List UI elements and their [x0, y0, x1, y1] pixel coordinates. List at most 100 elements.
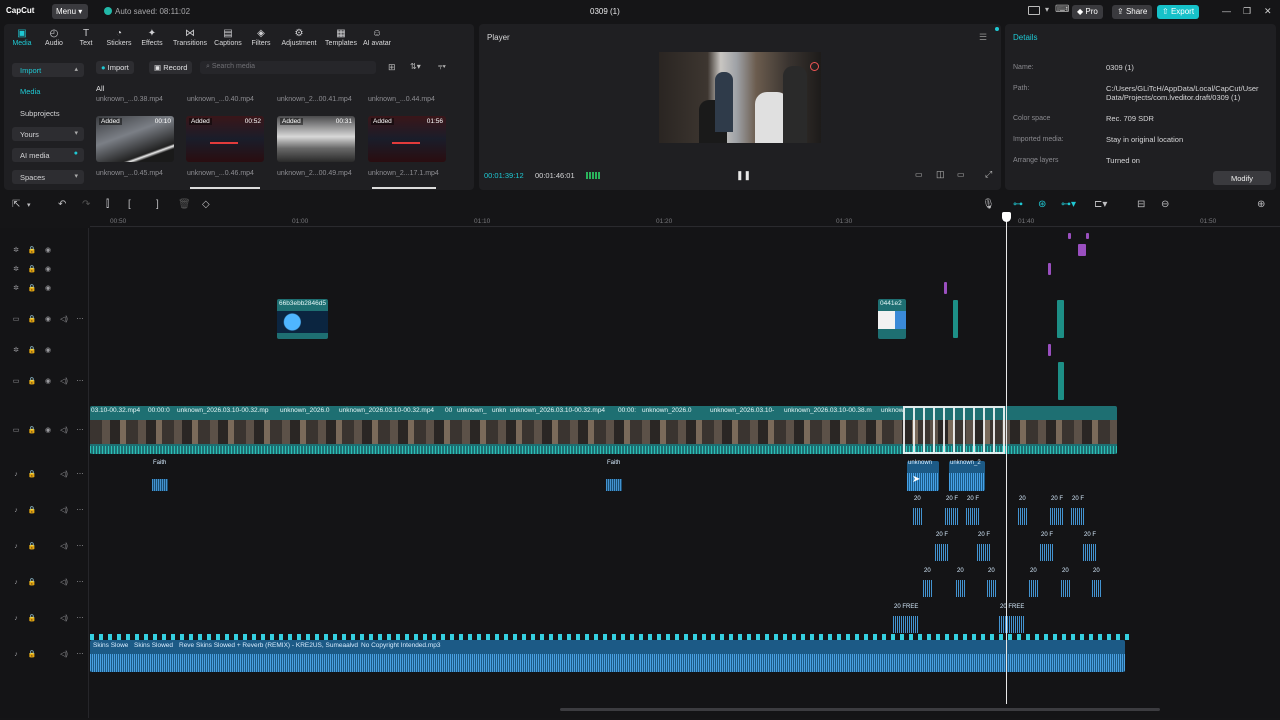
audio-clip[interactable]: 20 [913, 496, 923, 525]
sidebar-item-subprojects[interactable]: Subprojects [12, 106, 84, 120]
effect-track-icon[interactable]: ✲ [8, 265, 24, 273]
filter-icon[interactable]: ⫧▾ [438, 62, 446, 72]
full-quality-icon[interactable]: ▭ [915, 170, 923, 179]
timeline-ruler[interactable]: 00:50 01:00 01:10 01:20 01:30 01:40 01:5… [90, 215, 1280, 227]
screenshot-icon[interactable]: ◫ [936, 169, 945, 180]
effect-clip[interactable] [944, 282, 947, 294]
audio-clip[interactable]: 20 [987, 568, 997, 597]
share-button[interactable]: ⇪ Share [1112, 5, 1153, 19]
tab-stickers[interactable]: ◔ Stickers [104, 28, 134, 47]
audio-track-icon[interactable]: ♪ [8, 543, 24, 550]
player-menu-icon[interactable]: ☰ [979, 32, 987, 43]
split-icon[interactable]: ⫿ [106, 199, 109, 210]
overlay-video-clip[interactable]: 0441e2 [878, 299, 906, 339]
delete-icon[interactable]: 🗑 [178, 199, 191, 210]
eye-icon[interactable]: ◉ [40, 315, 56, 323]
audio-clip[interactable]: 20 [1092, 568, 1102, 597]
mute-icon[interactable]: ◁) [56, 315, 72, 323]
menu-button[interactable]: Menu ▾ [52, 4, 88, 19]
eye-icon[interactable]: ◉ [40, 246, 56, 254]
tab-effects[interactable]: ✦ Effects [139, 28, 165, 47]
lock-icon[interactable]: 🔒 [24, 426, 40, 434]
preview-axis-icon[interactable]: ⊏▾ [1094, 199, 1107, 210]
ratio-icon[interactable]: ▭ [957, 170, 965, 179]
filter-all-label[interactable]: All [96, 84, 104, 93]
audio-clip[interactable]: 20 [1061, 568, 1071, 597]
effect-clip[interactable] [1048, 263, 1051, 275]
video-track-icon[interactable]: ▭ [8, 315, 24, 323]
video-track-icon[interactable]: ▭ [8, 377, 24, 385]
video-preview[interactable] [659, 52, 821, 143]
trim-left-icon[interactable]: [ [128, 199, 131, 210]
eye-icon[interactable]: ◉ [40, 346, 56, 354]
tab-ai-avatar[interactable]: ☺ AI avatar [361, 28, 393, 47]
zoom-in-icon[interactable]: ⊕ [1257, 199, 1265, 210]
lock-icon[interactable]: 🔒 [24, 284, 40, 292]
more-icon[interactable]: ⋯ [72, 377, 88, 385]
media-thumbnail[interactable]: Added 01:56 [368, 116, 446, 162]
lock-icon[interactable]: 🔒 [24, 470, 40, 478]
effect-clip[interactable] [1068, 233, 1071, 239]
eye-icon[interactable]: ◉ [40, 265, 56, 273]
audio-clip[interactable]: 20 [1018, 496, 1028, 525]
close-icon[interactable]: ✕ [1264, 6, 1272, 17]
redo-icon[interactable]: ↷ [82, 199, 90, 210]
audio-clip[interactable]: 20 FREE [999, 604, 1025, 633]
audio-track-icon[interactable]: ♪ [8, 579, 24, 586]
layout-dropdown-icon[interactable]: ▾ [1045, 5, 1049, 14]
chevron-down-icon[interactable]: ▾ [27, 201, 31, 209]
eye-icon[interactable]: ◉ [40, 284, 56, 292]
trim-right-icon[interactable]: ] [156, 199, 159, 210]
more-icon[interactable]: ⋯ [72, 506, 88, 514]
eye-icon[interactable]: ◉ [40, 377, 56, 385]
audio-track-icon[interactable]: ♪ [8, 651, 24, 658]
undo-icon[interactable]: ↶ [58, 199, 66, 210]
main-track-magnet-icon[interactable]: ⊶ [1013, 199, 1023, 210]
lock-icon[interactable]: 🔒 [24, 650, 40, 658]
audio-track-icon[interactable]: ♪ [8, 471, 24, 478]
tab-captions[interactable]: ▤ Captions [212, 28, 244, 47]
grid-view-icon[interactable]: ⊞ [388, 62, 396, 73]
lock-icon[interactable]: 🔒 [24, 377, 40, 385]
maximize-icon[interactable]: ❐ [1243, 6, 1251, 17]
audio-clip[interactable]: 20 F [1040, 532, 1054, 561]
marker-icon[interactable]: ◇ [202, 199, 210, 210]
audio-clip[interactable]: 20 F [945, 496, 959, 525]
tab-templates[interactable]: ▦ Templates [322, 28, 360, 47]
sort-icon[interactable]: ⇅▾ [410, 62, 421, 71]
audio-clip[interactable]: 20 [923, 568, 933, 597]
mic-icon[interactable]: 🎙 [982, 199, 995, 210]
effect-track-icon[interactable]: ✲ [8, 246, 24, 254]
audio-clip[interactable]: 20 FREE [893, 604, 919, 633]
lock-icon[interactable]: 🔒 [24, 315, 40, 323]
more-icon[interactable]: ⋯ [72, 470, 88, 478]
audio-clip[interactable]: 20 F [966, 496, 980, 525]
more-icon[interactable]: ⋯ [72, 315, 88, 323]
selected-clips[interactable] [903, 406, 1005, 454]
audio-clip[interactable]: 20 F [1071, 496, 1085, 525]
overlay-clip[interactable] [953, 300, 958, 338]
layout-icon[interactable] [1028, 6, 1040, 15]
sidebar-item-media[interactable]: Media [12, 84, 84, 98]
more-icon[interactable]: ⋯ [72, 614, 88, 622]
tab-filters[interactable]: ◈ Filters [249, 28, 273, 47]
mute-icon[interactable]: ◁) [56, 377, 72, 385]
record-button[interactable]: ▣ Record [149, 61, 193, 74]
pro-button[interactable]: ◆ Pro [1072, 5, 1103, 19]
playhead[interactable] [1006, 212, 1007, 704]
import-button[interactable]: ● Import [96, 61, 134, 74]
audio-clip[interactable]: 20 F [977, 532, 991, 561]
modify-button[interactable]: Modify [1213, 171, 1271, 185]
caption-icon[interactable]: ⊟ [1137, 199, 1145, 210]
audio-clip[interactable]: 20 [1029, 568, 1039, 597]
sidebar-item-ai-media[interactable]: AI media ● [12, 148, 84, 162]
audio-clip[interactable]: 20 F [1083, 532, 1097, 561]
lock-icon[interactable]: 🔒 [24, 346, 40, 354]
tab-audio[interactable]: ◴ Audio [42, 28, 66, 47]
audio-track-icon[interactable]: ♪ [8, 507, 24, 514]
select-tool-icon[interactable]: ⇱ [12, 199, 20, 210]
lock-icon[interactable]: 🔒 [24, 542, 40, 550]
fullscreen-icon[interactable]: ⤢ [985, 169, 992, 180]
overlay-video-clip[interactable]: 66b3ebb2846d5 [277, 299, 328, 339]
effect-track-icon[interactable]: ✲ [8, 346, 24, 354]
